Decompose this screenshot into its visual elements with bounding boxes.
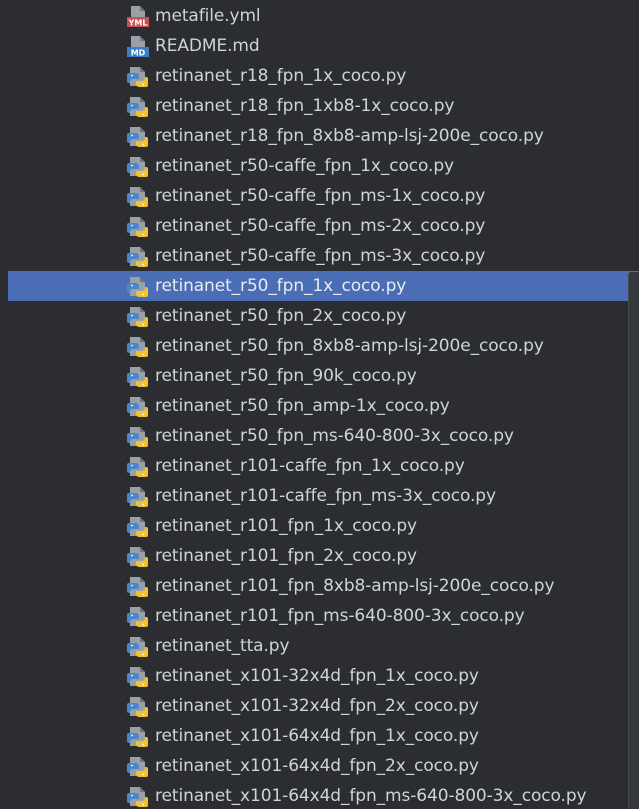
file-name-label: retinanet_x101-64x4d_fpn_ms-640-800-3x_c…	[155, 786, 587, 806]
python-file-icon	[126, 365, 149, 388]
file-name-label: retinanet_r50_fpn_90k_coco.py	[155, 366, 417, 386]
file-name-label: retinanet_r50_fpn_ms-640-800-3x_coco.py	[155, 426, 514, 446]
yml-badge-text: YML	[128, 18, 148, 27]
file-tree-item[interactable]: retinanet_x101-64x4d_fpn_ms-640-800-3x_c…	[0, 781, 639, 809]
python-file-icon	[126, 575, 149, 598]
file-tree-item[interactable]: retinanet_r101_fpn_ms-640-800-3x_coco.py	[0, 601, 639, 631]
project-file-tree[interactable]: retinanet_x101-64x4d_fpn_ms-640-800-3x_c…	[0, 0, 639, 809]
file-name-label: retinanet_r18_fpn_8xb8-amp-lsj-200e_coco…	[155, 126, 544, 146]
file-tree-item[interactable]: retinanet_r101_fpn_8xb8-amp-lsj-200e_coc…	[0, 571, 639, 601]
file-name-label: retinanet_r101_fpn_1x_coco.py	[155, 516, 417, 536]
file-tree-item[interactable]: MD README.md	[0, 31, 639, 61]
python-file-icon	[126, 725, 149, 748]
file-name-label: retinanet_x101-64x4d_fpn_2x_coco.py	[155, 756, 479, 776]
file-name-label: retinanet_r101-caffe_fpn_ms-3x_coco.py	[155, 486, 496, 506]
python-file-icon	[126, 155, 149, 178]
file-name-label: retinanet_r101_fpn_ms-640-800-3x_coco.py	[155, 606, 525, 626]
file-tree-item[interactable]: retinanet_r18_fpn_1x_coco.py	[0, 61, 639, 91]
python-file-icon	[126, 755, 149, 778]
file-name-label: retinanet_x101-32x4d_fpn_1x_coco.py	[155, 666, 479, 686]
file-tree-item[interactable]: retinanet_r50_fpn_8xb8-amp-lsj-200e_coco…	[0, 331, 639, 361]
file-name-label: retinanet_r50_fpn_8xb8-amp-lsj-200e_coco…	[155, 336, 544, 356]
md-file-icon: MD	[126, 35, 149, 58]
file-tree-item[interactable]: retinanet_r101_fpn_2x_coco.py	[0, 541, 639, 571]
python-file-icon	[126, 455, 149, 478]
file-name-label: retinanet_r18_fpn_1x_coco.py	[155, 66, 407, 86]
file-name-label: retinanet_tta.py	[155, 636, 290, 656]
yml-file-icon: YML	[126, 5, 149, 28]
file-name-label: metafile.yml	[155, 6, 261, 26]
file-name-label: retinanet_r101-caffe_fpn_1x_coco.py	[155, 456, 465, 476]
file-tree-item[interactable]: retinanet_tta.py	[0, 631, 639, 661]
file-tree-item[interactable]: retinanet_r101-caffe_fpn_ms-3x_coco.py	[0, 481, 639, 511]
python-file-icon	[126, 605, 149, 628]
file-tree-item[interactable]: retinanet_r101-caffe_fpn_1x_coco.py	[0, 451, 639, 481]
python-file-icon	[126, 215, 149, 238]
file-tree-item[interactable]: retinanet_x101-64x4d_fpn_1x_coco.py	[0, 721, 639, 751]
python-file-icon	[126, 65, 149, 88]
file-tree-item[interactable]: retinanet_r50-caffe_fpn_ms-1x_coco.py	[0, 181, 639, 211]
python-file-icon	[126, 545, 149, 568]
file-name-label: retinanet_r50_fpn_2x_coco.py	[155, 306, 407, 326]
python-file-icon	[126, 695, 149, 718]
python-file-icon	[126, 785, 149, 808]
file-name-label: retinanet_r50-caffe_fpn_ms-2x_coco.py	[155, 216, 486, 236]
file-tree-item[interactable]: retinanet_x101-32x4d_fpn_1x_coco.py	[0, 661, 639, 691]
file-tree-item[interactable]: retinanet_r50-caffe_fpn_ms-2x_coco.py	[0, 211, 639, 241]
python-file-icon	[126, 425, 149, 448]
file-tree-item[interactable]: retinanet_x101-64x4d_fpn_2x_coco.py	[0, 751, 639, 781]
file-tree-item[interactable]: retinanet_r50_fpn_ms-640-800-3x_coco.py	[0, 421, 639, 451]
file-tree-item[interactable]: retinanet_x101-32x4d_fpn_2x_coco.py	[0, 691, 639, 721]
python-file-icon	[126, 335, 149, 358]
file-name-label: README.md	[155, 36, 260, 56]
python-file-icon	[126, 275, 149, 298]
python-file-icon	[126, 185, 149, 208]
file-tree-item[interactable]: retinanet_r50-caffe_fpn_ms-3x_coco.py	[0, 241, 639, 271]
file-tree-item[interactable]: retinanet_r101_fpn_1x_coco.py	[0, 511, 639, 541]
file-tree-item[interactable]: retinanet_r50_fpn_2x_coco.py	[0, 301, 639, 331]
file-name-label: retinanet_r50_fpn_1x_coco.py	[155, 276, 407, 296]
file-tree-item[interactable]: retinanet_r18_fpn_1xb8-1x_coco.py	[0, 91, 639, 121]
python-file-icon	[126, 395, 149, 418]
file-name-label: retinanet_x101-64x4d_fpn_1x_coco.py	[155, 726, 479, 746]
file-tree-item[interactable]: retinanet_r50_fpn_90k_coco.py	[0, 361, 639, 391]
python-file-icon	[126, 665, 149, 688]
file-tree-item[interactable]: retinanet_r18_fpn_8xb8-amp-lsj-200e_coco…	[0, 121, 639, 151]
python-file-icon	[126, 485, 149, 508]
python-file-icon	[126, 515, 149, 538]
file-tree-item[interactable]: retinanet_r50-caffe_fpn_1x_coco.py	[0, 151, 639, 181]
file-tree-item[interactable]: retinanet_r50_fpn_amp-1x_coco.py	[0, 391, 639, 421]
python-file-icon	[126, 635, 149, 658]
file-name-label: retinanet_r18_fpn_1xb8-1x_coco.py	[155, 96, 455, 116]
file-name-label: retinanet_r50-caffe_fpn_ms-1x_coco.py	[155, 186, 486, 206]
file-name-label: retinanet_r101_fpn_8xb8-amp-lsj-200e_coc…	[155, 576, 555, 596]
md-badge-text: MD	[131, 48, 146, 57]
file-name-label: retinanet_r101_fpn_2x_coco.py	[155, 546, 417, 566]
python-file-icon	[126, 305, 149, 328]
file-name-label: retinanet_r50-caffe_fpn_ms-3x_coco.py	[155, 246, 486, 266]
file-name-label: retinanet_x101-32x4d_fpn_2x_coco.py	[155, 696, 479, 716]
file-name-label: retinanet_r50_fpn_amp-1x_coco.py	[155, 396, 450, 416]
file-name-label: retinanet_r50-caffe_fpn_1x_coco.py	[155, 156, 454, 176]
file-tree-item[interactable]: YML metafile.yml	[0, 1, 639, 31]
python-file-icon	[126, 125, 149, 148]
python-file-icon	[126, 245, 149, 268]
vertical-scrollbar[interactable]	[628, 272, 639, 809]
file-tree-item[interactable]: retinanet_r50_fpn_1x_coco.py	[8, 271, 639, 301]
python-file-icon	[126, 95, 149, 118]
